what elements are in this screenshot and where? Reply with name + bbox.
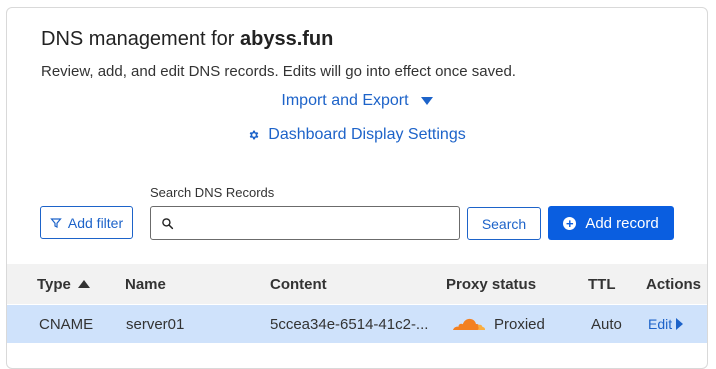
filter-icon (50, 217, 62, 228)
search-button-label: Search (481, 215, 527, 232)
table-header: Type Name Content Proxy status TTL Actio… (7, 264, 707, 304)
dns-management-card: DNS management for abyss.fun Review, add… (6, 7, 708, 369)
proxy-status-label: Proxied (494, 315, 545, 333)
chevron-right-icon (676, 318, 684, 330)
search-button[interactable]: Search (467, 207, 541, 240)
record-ttl: Auto (591, 315, 622, 333)
record-type: CNAME (39, 315, 94, 333)
add-filter-label: Add filter (67, 214, 124, 231)
table-row[interactable]: CNAME server01 5ccea34e-6514-41c2-... Pr… (7, 305, 707, 343)
column-ttl: TTL (588, 264, 616, 304)
import-export-link[interactable]: Import and Export (281, 92, 433, 110)
search-label: Search DNS Records (150, 185, 275, 200)
import-export-label: Import and Export (281, 92, 409, 109)
column-proxy-status: Proxy status (446, 264, 536, 304)
column-actions: Actions (646, 264, 701, 304)
column-proxy-status-label: Proxy status (446, 275, 537, 293)
page-title: DNS management for abyss.fun (41, 28, 333, 51)
plus-circle-icon: + (563, 216, 577, 230)
edit-link[interactable]: Edit (648, 316, 684, 332)
search-input[interactable] (150, 206, 460, 240)
search-icon (162, 217, 174, 229)
column-name: Name (125, 264, 166, 304)
column-type[interactable]: Type (37, 264, 90, 304)
column-actions-label: Actions (646, 275, 702, 293)
add-record-label: Add record (585, 214, 659, 232)
add-filter-button[interactable]: Add filter (40, 206, 133, 239)
title-prefix: DNS management for (41, 28, 235, 50)
dashboard-display-settings-link[interactable]: Dashboard Display Settings (248, 126, 466, 144)
display-settings-row: Dashboard Display Settings (7, 126, 707, 144)
proxy-status: Proxied (449, 305, 545, 343)
page-subtitle: Review, add, and edit DNS records. Edits… (41, 63, 516, 80)
edit-label: Edit (648, 316, 673, 332)
record-content: 5ccea34e-6514-41c2-... (270, 315, 429, 333)
column-ttl-label: TTL (588, 275, 616, 293)
edit-action[interactable]: Edit (648, 305, 684, 343)
domain-name: abyss.fun (239, 28, 334, 50)
record-name: server01 (126, 315, 185, 333)
display-settings-label: Dashboard Display Settings (268, 126, 466, 143)
column-type-label: Type (37, 275, 71, 293)
column-content: Content (270, 264, 327, 304)
sort-ascending-icon (77, 280, 90, 288)
import-export-row: Import and Export (7, 92, 707, 110)
column-content-label: Content (270, 275, 327, 293)
add-record-button[interactable]: + Add record (548, 206, 674, 240)
cloud-icon (453, 318, 486, 330)
column-name-label: Name (125, 275, 166, 293)
gear-icon (249, 130, 259, 140)
caret-down-icon (420, 97, 433, 105)
